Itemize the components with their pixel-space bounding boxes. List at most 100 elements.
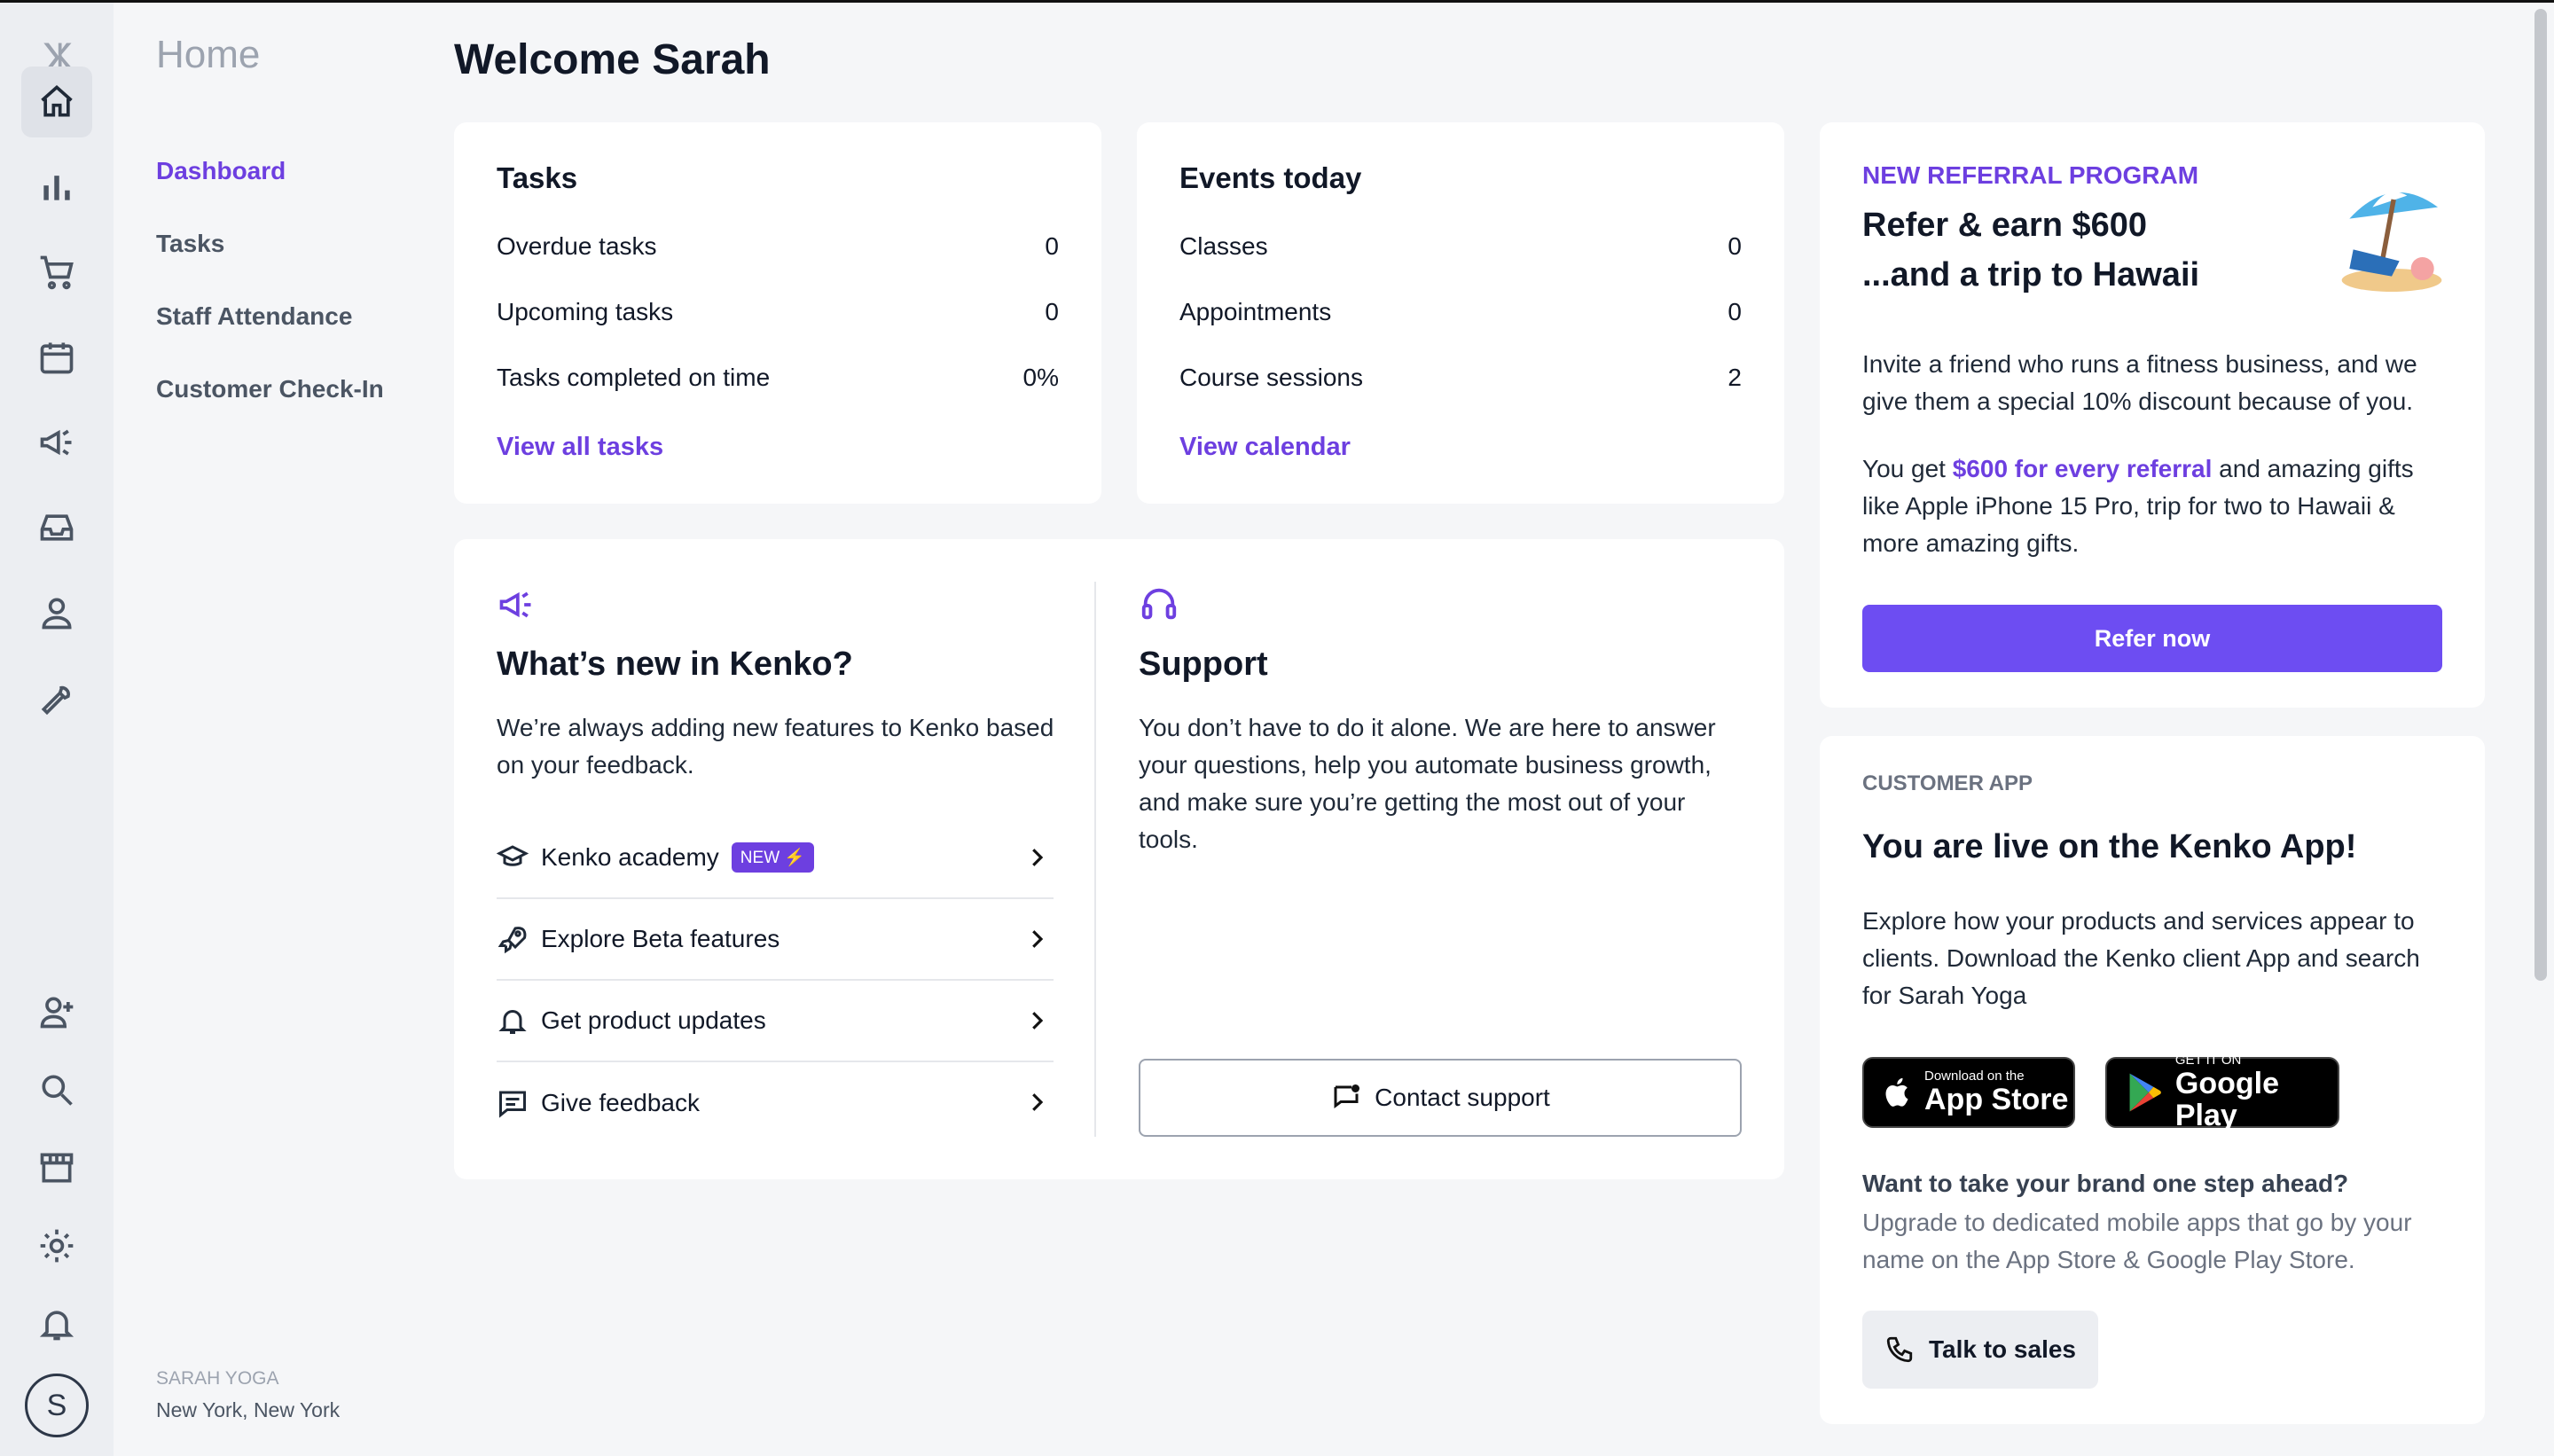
nav-item-customer-check-in[interactable]: Customer Check-In <box>156 375 384 403</box>
cart-icon[interactable] <box>21 237 92 308</box>
user-icon[interactable] <box>21 577 92 648</box>
business-location: New York, New York <box>156 1398 341 1421</box>
app-store-small: Download on the <box>1924 1069 2025 1084</box>
icon-rail: S <box>0 3 114 1456</box>
tasks-on-time-value: 0% <box>1022 364 1059 391</box>
customer-app-title: You are live on the Kenko App! <box>1862 828 2357 865</box>
business-name: SARAH YOGA <box>156 1368 279 1389</box>
whats-new-support-card: What’s new in Kenko? We’re always adding… <box>454 539 1784 1179</box>
megaphone-icon[interactable] <box>21 407 92 478</box>
whats-new-body: We’re always adding new features to Kenk… <box>497 714 1054 779</box>
analytics-icon[interactable] <box>21 152 92 223</box>
contact-support-button[interactable]: Contact support <box>1139 1059 1742 1137</box>
referral-title-line1: Refer & earn $600 <box>1862 207 2148 244</box>
google-play-text: GET IT ON Google Play <box>2174 1053 2338 1132</box>
whats-new-title: What’s new in Kenko? <box>497 646 853 683</box>
customer-app-body: Explore how your products and services a… <box>1862 907 2420 1009</box>
overdue-tasks-value: 0 <box>1045 232 1059 260</box>
google-play-icon <box>2129 1073 2161 1112</box>
referral-title-line2: ...and a trip to Hawaii <box>1862 256 2200 294</box>
classes-value: 0 <box>1727 232 1742 260</box>
google-play-badge[interactable]: GET IT ON Google Play <box>2105 1053 2339 1131</box>
referral-body-2-prefix: You get <box>1862 455 1953 482</box>
kenko-academy-label: Kenko academy <box>541 843 719 871</box>
referral-body-1: Invite a friend who runs a fitness busin… <box>1862 350 2417 415</box>
rocket-icon <box>497 927 527 954</box>
headset-icon <box>1141 588 1177 620</box>
referral-card: NEW REFERRAL PROGRAM Refer & earn $600 .… <box>1820 122 2485 708</box>
search-icon[interactable] <box>21 1054 92 1125</box>
tasks-card: Tasks Overdue tasks 0 Upcoming tasks 0 T… <box>454 122 1101 504</box>
megaphone-icon <box>499 591 531 618</box>
home-icon[interactable] <box>21 67 92 137</box>
chevron-right-icon <box>1032 1012 1044 1029</box>
chat-icon <box>499 1091 526 1118</box>
tasks-title: Tasks <box>497 161 578 194</box>
nav-title: Home <box>156 33 261 76</box>
support-title: Support <box>1139 646 1268 683</box>
product-updates-row[interactable]: Get product updates <box>497 981 1054 1062</box>
contact-support-label: Contact support <box>1375 1084 1550 1111</box>
classes-label: Classes <box>1179 232 1268 260</box>
google-play-large: Google Play <box>2174 1067 2279 1132</box>
beta-features-label: Explore Beta features <box>541 925 780 952</box>
give-feedback-label: Give feedback <box>541 1089 700 1116</box>
events-title: Events today <box>1179 161 1362 194</box>
upsell-body: Upgrade to dedicated mobile apps that go… <box>1862 1209 2412 1273</box>
talk-to-sales-button[interactable]: Talk to sales <box>1862 1311 2098 1389</box>
referral-eyebrow: NEW REFERRAL PROGRAM <box>1862 161 2199 189</box>
nav-item-staff-attendance[interactable]: Staff Attendance <box>156 302 352 331</box>
kenko-academy-row[interactable]: Kenko academy NEW ⚡ <box>497 818 1054 899</box>
gear-icon[interactable] <box>21 1210 92 1281</box>
course-sessions-value: 2 <box>1727 364 1742 391</box>
tools-icon[interactable] <box>21 662 92 733</box>
bell-icon <box>498 1010 527 1034</box>
new-badge: NEW ⚡ <box>731 842 815 873</box>
nav-item-dashboard[interactable]: Dashboard <box>156 157 286 185</box>
beach-chair-illustration <box>2341 192 2442 292</box>
chevron-right-icon <box>1032 1093 1044 1111</box>
support-body: You don’t have to do it alone. We are he… <box>1139 714 1716 853</box>
appointments-value: 0 <box>1727 298 1742 325</box>
store-icon[interactable] <box>21 1132 92 1203</box>
google-play-small: GET IT ON <box>2174 1053 2242 1068</box>
scrollbar-thumb[interactable] <box>2534 9 2547 981</box>
chevron-right-icon <box>1032 930 1044 948</box>
product-updates-label: Get product updates <box>541 1006 766 1034</box>
view-calendar-link[interactable]: View calendar <box>1179 433 1351 462</box>
customer-app-card: CUSTOMER APP You are live on the Kenko A… <box>1820 736 2485 1424</box>
upcoming-tasks-label: Upcoming tasks <box>497 298 674 325</box>
inbox-icon[interactable] <box>21 492 92 563</box>
chevron-right-icon <box>1032 849 1044 866</box>
app-store-badge[interactable]: Download on the App Store <box>1862 1057 2075 1128</box>
bell-icon[interactable] <box>21 1288 92 1359</box>
refer-now-button[interactable]: Refer now <box>1862 605 2442 672</box>
card-divider <box>1094 582 1096 1137</box>
phone-icon <box>1886 1336 1913 1363</box>
app-store-text: Download on the App Store <box>1924 1069 2069 1116</box>
course-sessions-label: Course sessions <box>1179 364 1363 391</box>
avatar[interactable]: S <box>25 1374 89 1437</box>
referral-body-2: You get $600 for every referral and amaz… <box>1862 450 2456 562</box>
secondary-nav: Home Dashboard Tasks Staff Attendance Cu… <box>114 3 419 1456</box>
overdue-tasks-label: Overdue tasks <box>497 232 657 260</box>
graduation-cap-icon <box>497 845 529 866</box>
nav-item-tasks[interactable]: Tasks <box>156 230 224 258</box>
calendar-icon[interactable] <box>21 322 92 393</box>
upsell-title: Want to take your brand one step ahead? <box>1862 1170 2349 1197</box>
talk-to-sales-label: Talk to sales <box>1928 1335 2076 1363</box>
events-card: Events today Classes 0 Appointments 0 Co… <box>1137 122 1784 504</box>
appointments-label: Appointments <box>1179 298 1332 325</box>
add-user-icon[interactable] <box>21 976 92 1047</box>
avatar-initial: S <box>46 1388 67 1422</box>
view-all-tasks-link[interactable]: View all tasks <box>497 433 663 462</box>
tasks-on-time-label: Tasks completed on time <box>497 364 771 391</box>
beta-features-row[interactable]: Explore Beta features <box>497 899 1054 981</box>
give-feedback-row[interactable]: Give feedback <box>497 1062 1054 1144</box>
customer-app-eyebrow: CUSTOMER APP <box>1862 771 2033 795</box>
referral-highlight: $600 for every referral <box>1952 455 2213 482</box>
upcoming-tasks-value: 0 <box>1045 298 1059 325</box>
message-icon <box>1334 1084 1360 1108</box>
app-store-large: App Store <box>1924 1083 2069 1116</box>
page-title: Welcome Sarah <box>454 36 771 83</box>
